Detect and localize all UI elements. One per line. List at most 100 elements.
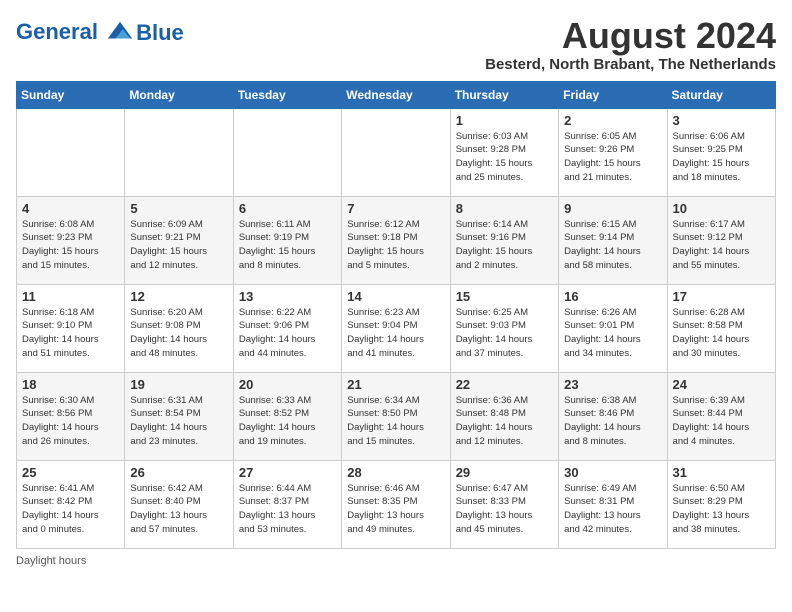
day-number: 18: [22, 377, 119, 392]
calendar-cell: 19 Sunrise: 6:31 AM Sunset: 8:54 PM Dayli…: [125, 372, 233, 460]
calendar-week-row: 1 Sunrise: 6:03 AM Sunset: 9:28 PM Daylig…: [17, 108, 776, 196]
day-info: Sunrise: 6:31 AM Sunset: 8:54 PM Dayligh…: [130, 394, 227, 449]
day-number: 23: [564, 377, 661, 392]
calendar-week-row: 18 Sunrise: 6:30 AM Sunset: 8:56 PM Dayli…: [17, 372, 776, 460]
calendar-cell: 14 Sunrise: 6:23 AM Sunset: 9:04 PM Dayli…: [342, 284, 450, 372]
day-info: Sunrise: 6:26 AM Sunset: 9:01 PM Dayligh…: [564, 306, 661, 361]
day-number: 17: [673, 289, 770, 304]
day-number: 16: [564, 289, 661, 304]
calendar-cell: 25 Sunrise: 6:41 AM Sunset: 8:42 PM Dayli…: [17, 460, 125, 548]
day-info: Sunrise: 6:06 AM Sunset: 9:25 PM Dayligh…: [673, 130, 770, 185]
day-info: Sunrise: 6:36 AM Sunset: 8:48 PM Dayligh…: [456, 394, 553, 449]
day-info: Sunrise: 6:38 AM Sunset: 8:46 PM Dayligh…: [564, 394, 661, 449]
calendar-cell: 12Sunrise: 6:20 AM Sunset: 9:08 PM Dayli…: [125, 284, 233, 372]
header-day: Friday: [559, 81, 667, 108]
day-number: 2: [564, 113, 661, 128]
day-number: 24: [673, 377, 770, 392]
day-number: 10: [673, 201, 770, 216]
day-number: 5: [130, 201, 227, 216]
calendar-cell: 3Sunrise: 6:06 AM Sunset: 9:25 PM Daylig…: [667, 108, 775, 196]
page-container: General Blue August 2024 Besterd, North …: [16, 16, 776, 567]
day-info: Sunrise: 6:14 AM Sunset: 9:16 PM Dayligh…: [456, 218, 553, 273]
calendar-cell: 31 Sunrise: 6:50 AM Sunset: 8:29 PM Dayli…: [667, 460, 775, 548]
day-info: Sunrise: 6:30 AM Sunset: 8:56 PM Dayligh…: [22, 394, 119, 449]
day-number: 27: [239, 465, 336, 480]
day-number: 8: [456, 201, 553, 216]
day-info: Sunrise: 6:18 AM Sunset: 9:10 PM Dayligh…: [22, 306, 119, 361]
calendar-cell: 26 Sunrise: 6:42 AM Sunset: 8:40 PM Dayli…: [125, 460, 233, 548]
logo-general: General: [16, 19, 98, 44]
day-info: Sunrise: 6:20 AM Sunset: 9:08 PM Dayligh…: [130, 306, 227, 361]
day-info: Sunrise: 6:12 AM Sunset: 9:18 PM Dayligh…: [347, 218, 444, 273]
calendar-cell: 15 Sunrise: 6:25 AM Sunset: 9:03 PM Dayli…: [450, 284, 558, 372]
logo-icon: [106, 18, 134, 46]
calendar-cell: 27 Sunrise: 6:44 AM Sunset: 8:37 PM Dayli…: [233, 460, 341, 548]
calendar-cell: 24 Sunrise: 6:39 AM Sunset: 8:44 PM Dayli…: [667, 372, 775, 460]
day-number: 4: [22, 201, 119, 216]
day-number: 1: [456, 113, 553, 128]
day-number: 19: [130, 377, 227, 392]
calendar-cell: 22 Sunrise: 6:36 AM Sunset: 8:48 PM Dayli…: [450, 372, 558, 460]
calendar-cell: 18 Sunrise: 6:30 AM Sunset: 8:56 PM Dayli…: [17, 372, 125, 460]
calendar-cell: 7 Sunrise: 6:12 AM Sunset: 9:18 PM Daylig…: [342, 196, 450, 284]
header: General Blue August 2024 Besterd, North …: [16, 16, 776, 73]
day-number: 31: [673, 465, 770, 480]
day-number: 11: [22, 289, 119, 304]
day-info: Sunrise: 6:17 AM Sunset: 9:12 PM Dayligh…: [673, 218, 770, 273]
day-number: 26: [130, 465, 227, 480]
day-number: 7: [347, 201, 444, 216]
day-number: 15: [456, 289, 553, 304]
header-day: Thursday: [450, 81, 558, 108]
logo-text: General: [16, 20, 134, 45]
calendar-cell: 8 Sunrise: 6:14 AM Sunset: 9:16 PM Daylig…: [450, 196, 558, 284]
day-number: 30: [564, 465, 661, 480]
day-info: Sunrise: 6:28 AM Sunset: 8:58 PM Dayligh…: [673, 306, 770, 361]
day-info: Sunrise: 6:25 AM Sunset: 9:03 PM Dayligh…: [456, 306, 553, 361]
calendar-cell: 16 Sunrise: 6:26 AM Sunset: 9:01 PM Dayli…: [559, 284, 667, 372]
day-number: 29: [456, 465, 553, 480]
day-info: Sunrise: 6:46 AM Sunset: 8:35 PM Dayligh…: [347, 482, 444, 537]
day-info: Sunrise: 6:50 AM Sunset: 8:29 PM Dayligh…: [673, 482, 770, 537]
day-number: 13: [239, 289, 336, 304]
title-block: August 2024 Besterd, North Brabant, The …: [485, 16, 776, 73]
footer-note: Daylight hours: [16, 555, 776, 567]
calendar-cell: 10 Sunrise: 6:17 AM Sunset: 9:12 PM Dayli…: [667, 196, 775, 284]
day-info: Sunrise: 6:34 AM Sunset: 8:50 PM Dayligh…: [347, 394, 444, 449]
day-number: 9: [564, 201, 661, 216]
calendar-cell: 30Sunrise: 6:49 AM Sunset: 8:31 PM Dayli…: [559, 460, 667, 548]
day-number: 22: [456, 377, 553, 392]
month-title: August 2024: [485, 16, 776, 56]
calendar-cell: [342, 108, 450, 196]
day-info: Sunrise: 6:44 AM Sunset: 8:37 PM Dayligh…: [239, 482, 336, 537]
header-row: SundayMondayTuesdayWednesdayThursdayFrid…: [17, 81, 776, 108]
header-day: Sunday: [17, 81, 125, 108]
day-info: Sunrise: 6:05 AM Sunset: 9:26 PM Dayligh…: [564, 130, 661, 185]
header-day: Saturday: [667, 81, 775, 108]
day-number: 25: [22, 465, 119, 480]
day-info: Sunrise: 6:39 AM Sunset: 8:44 PM Dayligh…: [673, 394, 770, 449]
day-info: Sunrise: 6:33 AM Sunset: 8:52 PM Dayligh…: [239, 394, 336, 449]
day-number: 14: [347, 289, 444, 304]
calendar-table: SundayMondayTuesdayWednesdayThursdayFrid…: [16, 81, 776, 549]
day-info: Sunrise: 6:42 AM Sunset: 8:40 PM Dayligh…: [130, 482, 227, 537]
day-info: Sunrise: 6:23 AM Sunset: 9:04 PM Dayligh…: [347, 306, 444, 361]
calendar-cell: 21Sunrise: 6:34 AM Sunset: 8:50 PM Dayli…: [342, 372, 450, 460]
calendar-cell: 5Sunrise: 6:09 AM Sunset: 9:21 PM Daylig…: [125, 196, 233, 284]
calendar-cell: 28 Sunrise: 6:46 AM Sunset: 8:35 PM Dayli…: [342, 460, 450, 548]
day-info: Sunrise: 6:41 AM Sunset: 8:42 PM Dayligh…: [22, 482, 119, 537]
header-day: Tuesday: [233, 81, 341, 108]
logo: General Blue: [16, 20, 184, 46]
calendar-cell: 6Sunrise: 6:11 AM Sunset: 9:19 PM Daylig…: [233, 196, 341, 284]
location-title: Besterd, North Brabant, The Netherlands: [485, 56, 776, 73]
header-day: Monday: [125, 81, 233, 108]
day-info: Sunrise: 6:15 AM Sunset: 9:14 PM Dayligh…: [564, 218, 661, 273]
day-number: 28: [347, 465, 444, 480]
logo-blue: Blue: [136, 20, 184, 46]
day-info: Sunrise: 6:47 AM Sunset: 8:33 PM Dayligh…: [456, 482, 553, 537]
day-info: Sunrise: 6:22 AM Sunset: 9:06 PM Dayligh…: [239, 306, 336, 361]
day-info: Sunrise: 6:03 AM Sunset: 9:28 PM Dayligh…: [456, 130, 553, 185]
calendar-cell: [17, 108, 125, 196]
calendar-body: 1 Sunrise: 6:03 AM Sunset: 9:28 PM Daylig…: [17, 108, 776, 548]
day-info: Sunrise: 6:11 AM Sunset: 9:19 PM Dayligh…: [239, 218, 336, 273]
calendar-cell: 2 Sunrise: 6:05 AM Sunset: 9:26 PM Daylig…: [559, 108, 667, 196]
